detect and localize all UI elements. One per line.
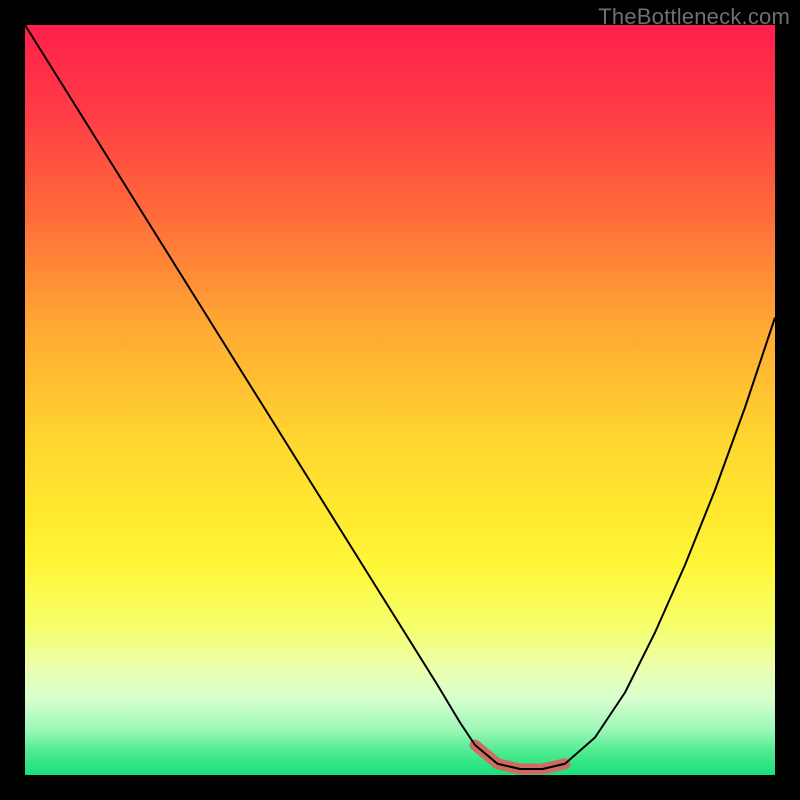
watermark-text: TheBottleneck.com (598, 4, 790, 30)
chart-svg (25, 25, 775, 775)
chart-frame: TheBottleneck.com (0, 0, 800, 800)
plot-area (25, 25, 775, 775)
bottleneck-curve (25, 25, 775, 769)
